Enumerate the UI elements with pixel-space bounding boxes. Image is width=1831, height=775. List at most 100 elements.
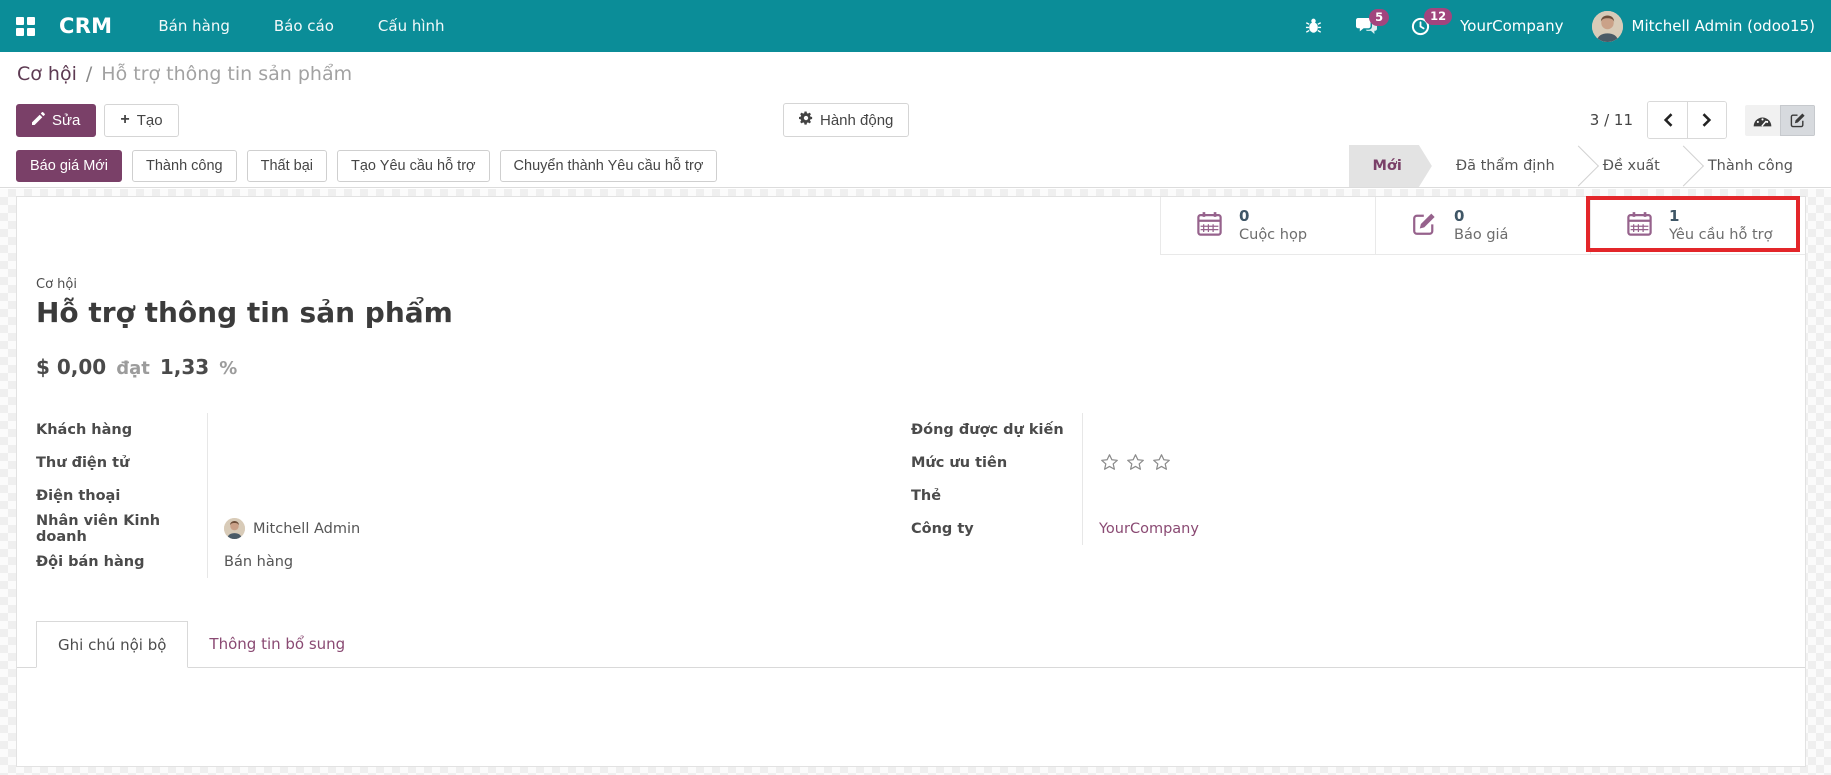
- status-bar: Báo giá Mới Thành công Thất bại Tạo Yêu …: [0, 145, 1831, 188]
- field-cong-ty: Công ty YourCompany: [911, 512, 1805, 545]
- pencil-icon: [32, 111, 45, 129]
- field-thu-dien-tu: Thư điện tử: [36, 446, 911, 479]
- field-label: Nhân viên Kinh doanh: [36, 512, 208, 545]
- messages-icon[interactable]: 5: [1356, 8, 1390, 35]
- field-label: Thẻ: [911, 479, 1083, 512]
- activities-badge: 12: [1424, 7, 1453, 25]
- user-name: Mitchell Admin (odoo15): [1631, 17, 1816, 35]
- menu-bao-cao[interactable]: Báo cáo: [274, 17, 334, 35]
- field-label: Mức ưu tiên: [911, 446, 1083, 479]
- record-type-label: Cơ hội: [36, 277, 77, 292]
- breadcrumb-separator: /: [85, 62, 93, 85]
- dashboard-view-icon[interactable]: [1745, 104, 1780, 136]
- field-label: Thư điện tử: [36, 446, 208, 479]
- plus-icon: +: [120, 111, 130, 128]
- meetings-count: 0: [1239, 207, 1250, 226]
- pager-next-button[interactable]: [1687, 102, 1726, 138]
- apps-grid-icon[interactable]: [16, 16, 35, 36]
- expected-revenue-row: $ 0,00 đạt 1,33 %: [36, 355, 1805, 379]
- form-view-icon[interactable]: [1780, 104, 1815, 136]
- top-navbar: CRM Bán hàng Báo cáo Cấu hình 5 12 YourC…: [0, 0, 1831, 52]
- main-menu: Bán hàng Báo cáo Cấu hình: [158, 17, 444, 35]
- activities-clock-icon[interactable]: 12: [1411, 7, 1453, 36]
- menu-ban-hang[interactable]: Bán hàng: [158, 17, 229, 35]
- priority-stars: [1083, 452, 1172, 473]
- field-doi-ban-hang: Đội bán hàng Bán hàng: [36, 545, 911, 578]
- calendar-icon: [1197, 211, 1222, 240]
- quotations-count: 0: [1454, 207, 1465, 226]
- tab-thong-tin-bo-sung[interactable]: Thông tin bổ sung: [188, 621, 366, 667]
- salesperson-value[interactable]: Mitchell Admin: [208, 518, 360, 539]
- meetings-label: Cuộc họp: [1239, 226, 1308, 243]
- smart-button-row: 0 Cuộc họp 0 Báo giá 1 Yêu cầu hỗ trợ: [1160, 196, 1805, 255]
- messages-badge: 5: [1369, 8, 1390, 26]
- pager-buttons: [1647, 101, 1727, 139]
- field-the: Thẻ: [911, 479, 1805, 512]
- salesperson-name: Mitchell Admin: [253, 520, 361, 537]
- smart-button-quotations[interactable]: 0 Báo giá: [1375, 197, 1590, 254]
- field-label: Khách hàng: [36, 413, 208, 446]
- breadcrumb: Cơ hội / Hỗ trợ thông tin sản phẩm: [0, 52, 1831, 95]
- field-khach-hang: Khách hàng: [36, 413, 911, 446]
- control-panel: Sửa + Tạo Hành động 3 / 11: [0, 95, 1831, 145]
- pager: 3 / 11: [1590, 101, 1815, 139]
- breadcrumb-parent[interactable]: Cơ hội: [17, 63, 77, 85]
- edit-button[interactable]: Sửa: [16, 103, 97, 137]
- status-button-thanh-cong[interactable]: Thành công: [132, 150, 237, 182]
- stage-de-xuat[interactable]: Đề xuất: [1579, 145, 1684, 187]
- field-dong-duoc-du-kien: Đóng được dự kiến: [911, 413, 1805, 446]
- field-label: Điện thoại: [36, 479, 208, 512]
- stage-moi[interactable]: Mới: [1349, 145, 1432, 187]
- debug-bug-icon[interactable]: [1305, 17, 1322, 35]
- notebook-tabs: Ghi chú nội bộ Thông tin bổ sung: [17, 621, 1805, 668]
- status-button-chuyen-thanh[interactable]: Chuyển thành Yêu cầu hỗ trợ: [499, 150, 718, 182]
- sales-team-value[interactable]: Bán hàng: [208, 554, 293, 570]
- pager-counter: 3 / 11: [1589, 111, 1633, 129]
- field-group-left: Khách hàng Thư điện tử Điện thoại Nhân v…: [17, 413, 911, 578]
- salesperson-avatar: [224, 518, 245, 539]
- status-button-tao-yeu-cau[interactable]: Tạo Yêu cầu hỗ trợ: [337, 150, 490, 182]
- stage-thanh-cong[interactable]: Thành công: [1684, 145, 1817, 187]
- support-requests-count: 1: [1669, 207, 1680, 226]
- quotation-icon: [1412, 211, 1437, 240]
- probability-value: 1,33: [159, 355, 210, 379]
- calendar-icon: [1627, 211, 1652, 240]
- field-label: Đóng được dự kiến: [911, 413, 1083, 446]
- star-icon[interactable]: [1099, 452, 1120, 473]
- field-nhan-vien-kinh-doanh: Nhân viên Kinh doanh Mitchell Admin: [36, 512, 911, 545]
- create-button[interactable]: + Tạo: [104, 103, 179, 137]
- stage-stepper: Mới Đã thẩm định Đề xuất Thành công: [1349, 145, 1818, 187]
- smart-button-meetings[interactable]: 0 Cuộc họp: [1160, 197, 1375, 254]
- stage-da-tham-dinh[interactable]: Đã thẩm định: [1432, 145, 1579, 187]
- revenue-connector: đạt: [116, 358, 150, 379]
- menu-cau-hinh[interactable]: Cấu hình: [378, 17, 445, 35]
- support-requests-label: Yêu cầu hỗ trợ: [1669, 226, 1773, 243]
- field-label: Đội bán hàng: [36, 545, 208, 578]
- star-icon[interactable]: [1151, 452, 1172, 473]
- view-switcher: [1745, 104, 1815, 136]
- expected-revenue-value: $ 0,00: [36, 355, 107, 379]
- probability-unit: %: [219, 358, 238, 379]
- quotations-label: Báo giá: [1454, 226, 1509, 243]
- app-brand[interactable]: CRM: [59, 14, 112, 38]
- field-label: Công ty: [911, 512, 1083, 545]
- company-switcher[interactable]: YourCompany: [1460, 17, 1563, 35]
- status-button-that-bai[interactable]: Thất bại: [246, 150, 328, 182]
- star-icon[interactable]: [1125, 452, 1146, 473]
- field-groups: Khách hàng Thư điện tử Điện thoại Nhân v…: [17, 413, 1805, 578]
- pager-previous-button[interactable]: [1648, 102, 1687, 138]
- form-sheet: 0 Cuộc họp 0 Báo giá 1 Yêu cầu hỗ trợ Cơ…: [16, 196, 1806, 767]
- user-avatar: [1591, 10, 1623, 42]
- topbar-right: 5 12 YourCompany Mitchell Admin (odoo15): [1271, 7, 1816, 42]
- status-button-bao-gia-moi[interactable]: Báo giá Mới: [16, 150, 123, 182]
- crm-form-view: CRM Bán hàng Báo cáo Cấu hình 5 12 YourC…: [0, 0, 1831, 775]
- user-menu[interactable]: Mitchell Admin (odoo15): [1591, 10, 1816, 42]
- field-muc-uu-tien: Mức ưu tiên: [911, 446, 1805, 479]
- company-value-link[interactable]: YourCompany: [1083, 521, 1199, 537]
- gear-icon: [799, 111, 813, 129]
- tab-ghi-chu-noi-bo[interactable]: Ghi chú nội bộ: [36, 621, 189, 668]
- action-button[interactable]: Hành động: [783, 103, 910, 137]
- record-title: Hỗ trợ thông tin sản phẩm: [36, 296, 453, 329]
- field-group-right: Đóng được dự kiến Mức ưu tiên Thẻ Công t…: [911, 413, 1805, 578]
- smart-button-support-requests[interactable]: 1 Yêu cầu hỗ trợ: [1586, 196, 1805, 254]
